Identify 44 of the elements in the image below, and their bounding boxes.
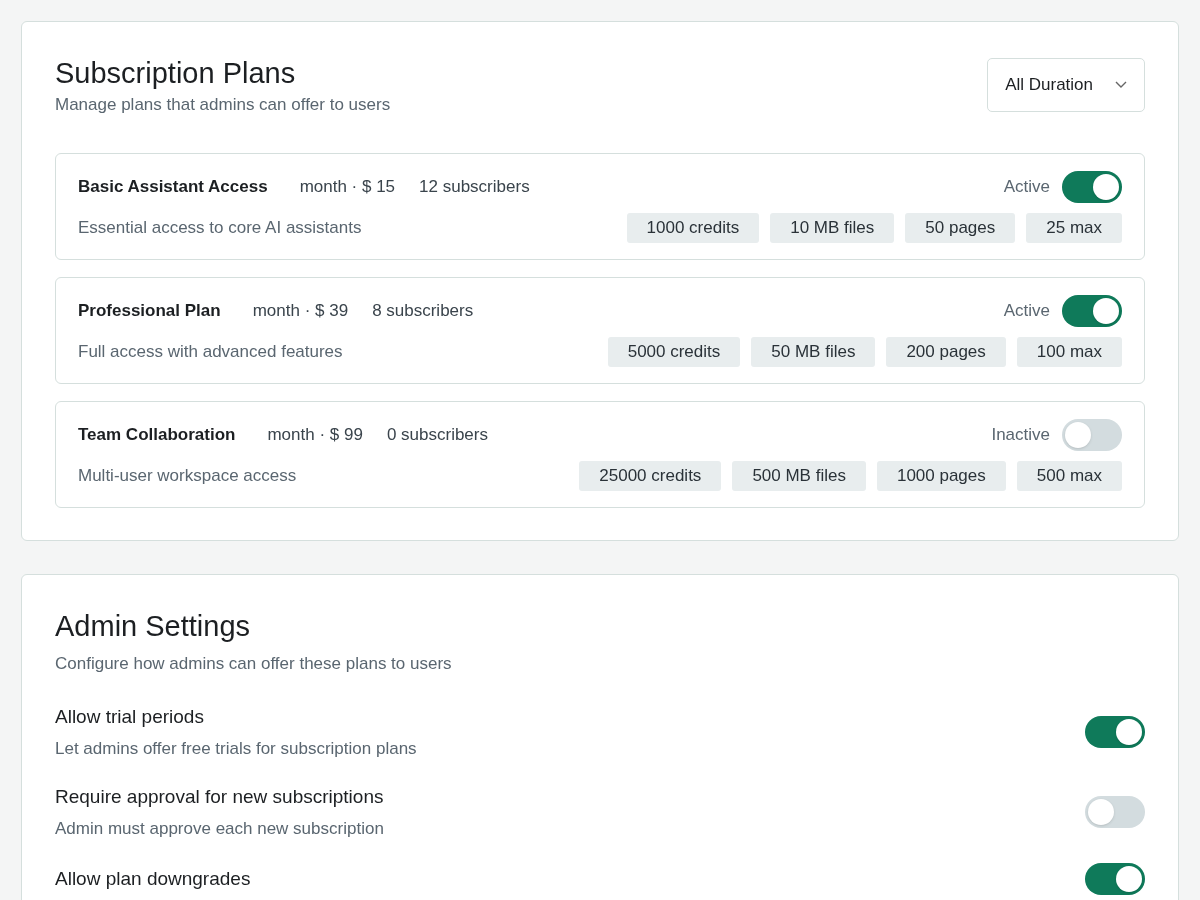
plan-price: month · $ 99 xyxy=(267,423,363,446)
toggle-switch[interactable] xyxy=(1062,294,1122,327)
plan-limit-tag: 25 max xyxy=(1026,212,1122,243)
plan-status: Active xyxy=(1003,299,1050,322)
section-title: Subscription Plans xyxy=(55,56,297,90)
setting-description: Admin must approve each new subscription xyxy=(55,817,384,840)
plan-limit-tag: 100 max xyxy=(1016,336,1122,367)
plan-status: Active xyxy=(1003,175,1050,198)
plan-limit-tag: 5000 credits xyxy=(607,336,741,367)
setting-label: Allow trial periods xyxy=(55,705,205,729)
toggle-switch[interactable] xyxy=(1085,796,1145,828)
duration-dropdown[interactable]: All Duration xyxy=(987,58,1145,112)
toggle-switch[interactable] xyxy=(1085,716,1145,748)
toggle-switch[interactable] xyxy=(1062,418,1122,451)
plan-limit-tag: 1000 pages xyxy=(876,460,1006,491)
toggle-switch[interactable] xyxy=(1085,863,1145,895)
toggle-switch[interactable] xyxy=(1062,170,1122,203)
plan-name: Team Collaboration xyxy=(78,423,236,446)
setting-description: Let admins offer free trials for subscription plans xyxy=(55,737,417,760)
plan-limit-tag: 10 MB files xyxy=(770,212,895,243)
plan-price: month · $ 39 xyxy=(252,299,349,322)
chevron-down-icon xyxy=(1115,81,1127,89)
subscriber-count: 0 subscribers xyxy=(386,423,488,446)
plan-limit-tag: 200 pages xyxy=(886,336,1006,367)
plan-name: Professional Plan xyxy=(78,299,221,322)
plan-description: Multi-user workspace access xyxy=(78,464,297,487)
section-subtitle: Manage plans that admins can offer to users xyxy=(55,94,391,116)
section-subtitle: Configure how admins can offer these plans to users xyxy=(55,652,453,675)
plan-limit-tag: 500 MB files xyxy=(732,460,866,491)
section-title: Admin Settings xyxy=(55,608,252,643)
plan-status: Inactive xyxy=(991,423,1050,446)
plan-limit-tag: 50 MB files xyxy=(751,336,876,367)
plan-limit-tag: 1000 credits xyxy=(626,212,760,243)
subscriber-count: 12 subscribers xyxy=(419,175,530,198)
subscriber-count: 8 subscribers xyxy=(372,299,474,322)
plan-description: Full access with advanced features xyxy=(78,340,343,363)
setting-label: Allow plan downgrades xyxy=(55,866,251,891)
plan-price: month · $ 15 xyxy=(299,175,396,198)
plan-limit-tag: 25000 credits xyxy=(579,460,722,491)
setting-label: Require approval for new subscriptions xyxy=(55,785,384,809)
plan-name: Basic Assistant Access xyxy=(78,175,268,198)
plan-description: Essential access to core AI assistants xyxy=(78,216,362,239)
plan-limit-tag: 500 max xyxy=(1016,460,1122,491)
plan-limit-tag: 50 pages xyxy=(905,212,1016,243)
